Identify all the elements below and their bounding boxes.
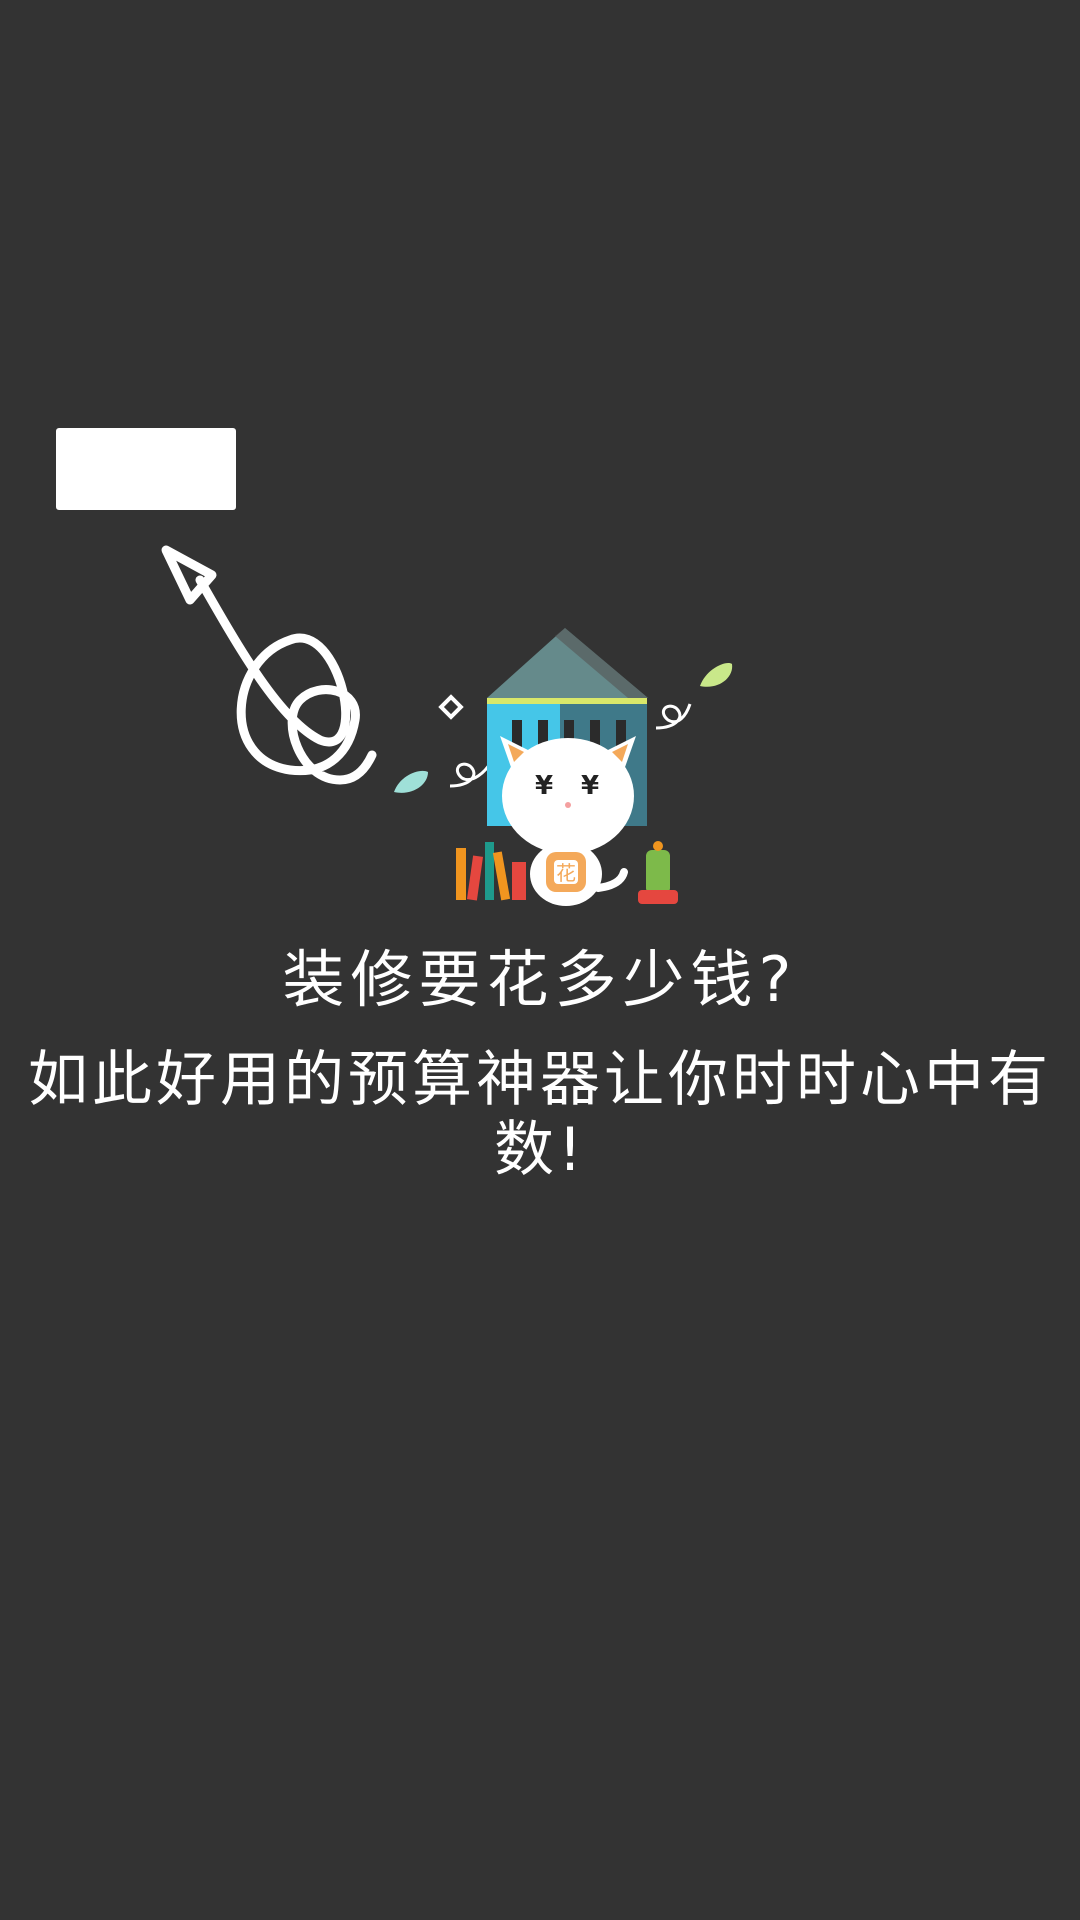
leaf-icon [394,770,428,793]
cactus-icon [638,841,678,904]
swirl-left [449,759,494,788]
swirl-right [655,703,692,730]
splash-screen: ¥ ¥ 花 装修要花多少钱? 如此好用的预算神器让你时时心中有数! [0,0,1080,1920]
leaf-icon [700,663,733,687]
cat-right-eye: ¥ [581,771,599,801]
curly-arrow-icon [161,545,377,785]
books-icon [456,842,526,901]
diamond-icon [438,694,464,720]
headline-text: 装修要花多少钱? [282,943,798,1016]
cat-left-eye: ¥ [535,771,553,801]
cat-belly-text: 花 [556,861,576,885]
subline-text: 如此好用的预算神器让你时时心中有数! [28,1045,1052,1185]
